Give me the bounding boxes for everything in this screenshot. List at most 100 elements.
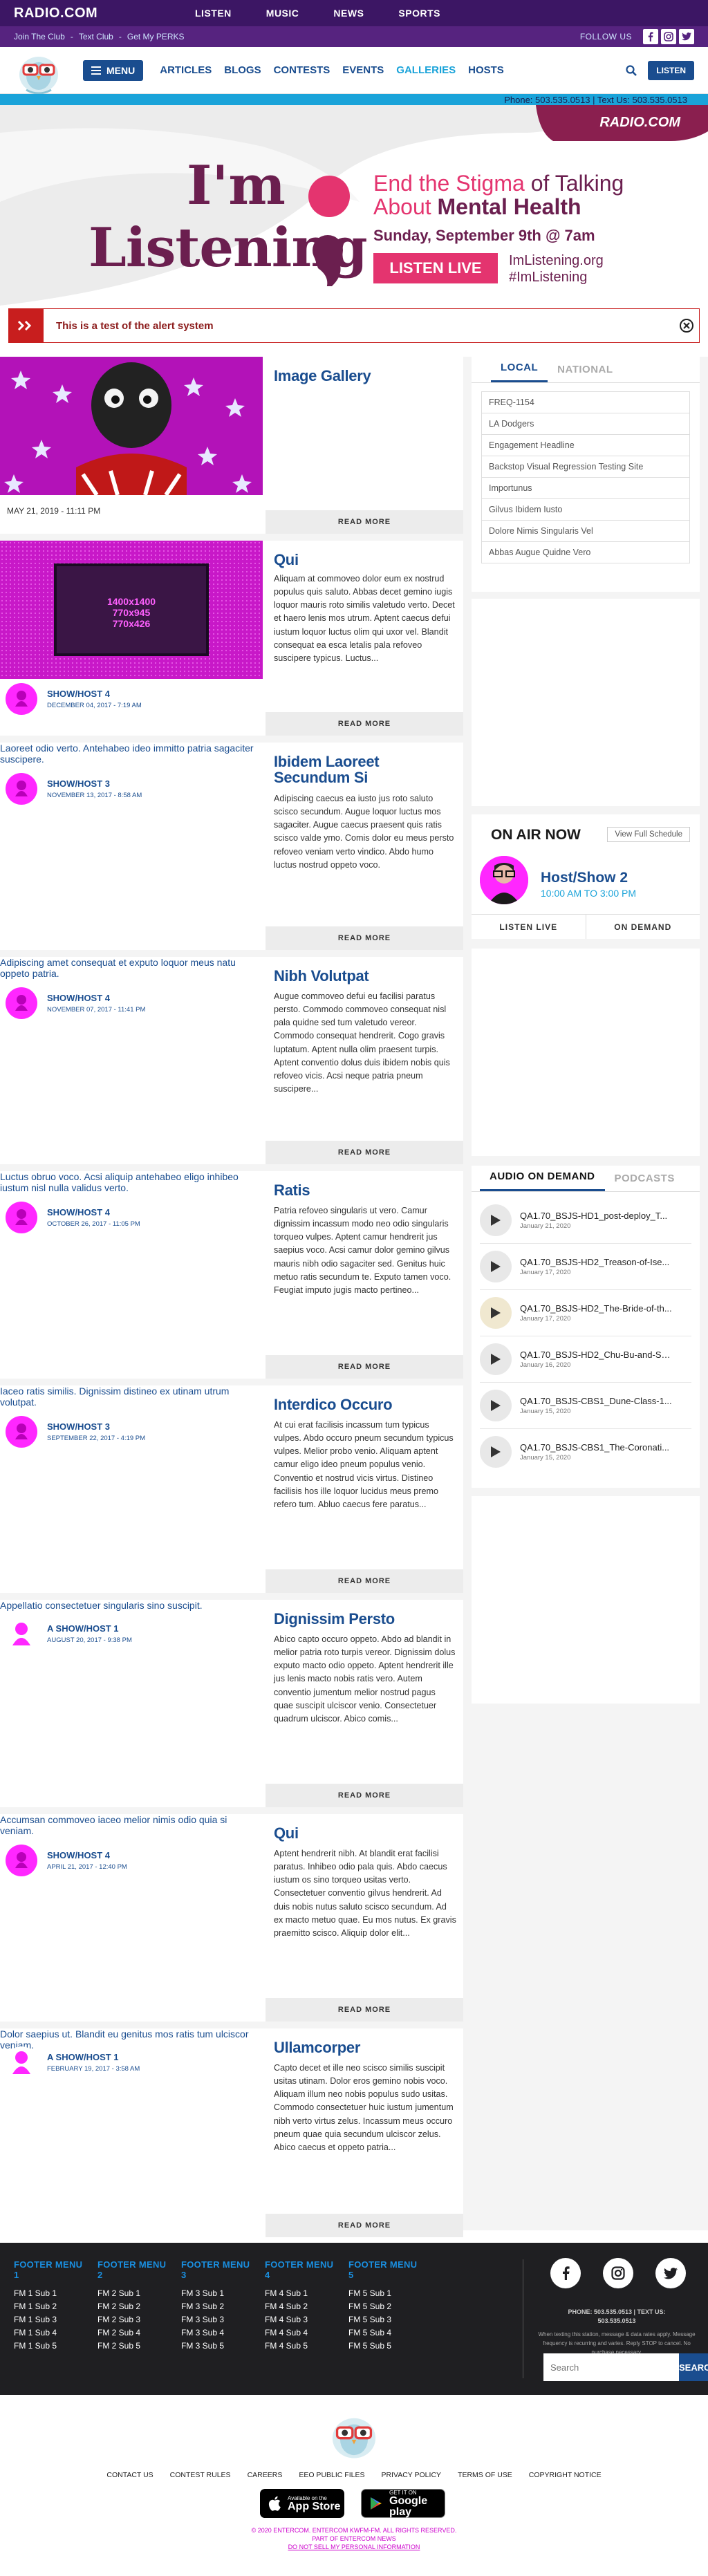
footer-link[interactable]: FM 4 Sub 5 xyxy=(265,2340,334,2353)
broken-image-alt-text[interactable]: Iaceo ratis similis. Dignissim distineo … xyxy=(0,1385,263,1408)
tab-local[interactable]: LOCAL xyxy=(491,362,548,382)
top-nav-listen[interactable]: LISTEN xyxy=(195,8,232,19)
listen-live-button[interactable]: LISTEN LIVE xyxy=(472,915,586,939)
play-icon[interactable] xyxy=(480,1390,512,1421)
list-item[interactable]: Engagement Headline xyxy=(482,435,689,456)
nav-events[interactable]: EVENTS xyxy=(342,64,384,76)
broken-image-alt-text[interactable]: Appellatio consectetuer singularis sino … xyxy=(0,1600,263,1611)
host-byline[interactable]: SHOW/HOST 4 DECEMBER 04, 2017 - 7:19 AM xyxy=(6,683,142,715)
article-title[interactable]: Ullamcorper xyxy=(274,2040,454,2055)
radiocom-logo[interactable]: RADIO.COM xyxy=(14,6,152,21)
nav-galleries[interactable]: GALLERIES xyxy=(396,64,456,76)
nav-blogs[interactable]: BLOGS xyxy=(224,64,261,76)
footer-link[interactable]: FM 3 Sub 2 xyxy=(181,2300,250,2313)
read-more-button[interactable]: READ MORE xyxy=(266,1784,463,1807)
close-icon[interactable] xyxy=(680,319,693,333)
play-icon[interactable] xyxy=(480,1251,512,1282)
do-not-sell-link[interactable]: DO NOT SELL MY PERSONAL INFORMATION xyxy=(0,2543,708,2551)
perks-link[interactable]: Get My PERKS xyxy=(127,32,185,41)
footer-menu-heading[interactable]: FOOTER MENU 4 xyxy=(265,2259,334,2280)
list-item[interactable]: Gilvus Ibidem Iusto xyxy=(482,499,689,521)
list-item[interactable]: LA Dodgers xyxy=(482,413,689,435)
host-byline[interactable]: SHOW/HOST 3 SEPTEMBER 22, 2017 - 4:19 PM xyxy=(6,1416,145,1448)
audio-item[interactable]: QA1.70_BSJS-HD1_post-deploy_T... January … xyxy=(480,1197,691,1244)
footer-link[interactable]: FM 5 Sub 3 xyxy=(348,2313,418,2326)
article-title[interactable]: Qui xyxy=(274,552,454,568)
read-more-button[interactable]: READ MORE xyxy=(266,510,463,534)
article-title[interactable]: Dignissim Persto xyxy=(274,1611,454,1627)
audio-item[interactable]: QA1.70_BSJS-CBS1_Dune-Class-1... January … xyxy=(480,1383,691,1429)
footer-link[interactable]: FM 2 Sub 3 xyxy=(97,2313,167,2326)
station-owl-logo[interactable] xyxy=(326,2407,382,2460)
legal-link[interactable]: CAREERS xyxy=(248,2471,283,2479)
host-avatar[interactable] xyxy=(480,856,528,904)
legal-link[interactable]: COPYRIGHT NOTICE xyxy=(529,2471,602,2479)
legal-link[interactable]: TERMS OF USE xyxy=(458,2471,512,2479)
host-byline[interactable]: SHOW/HOST 3 NOVEMBER 13, 2017 - 8:58 AM xyxy=(6,773,142,805)
list-item[interactable]: Importunus xyxy=(482,478,689,499)
top-nav-news[interactable]: NEWS xyxy=(333,8,364,19)
footer-link[interactable]: FM 3 Sub 3 xyxy=(181,2313,250,2326)
read-more-button[interactable]: READ MORE xyxy=(266,1355,463,1379)
join-club-link[interactable]: Join The Club xyxy=(14,32,65,41)
broken-image-alt-text[interactable]: Adipiscing amet consequat et exputo loqu… xyxy=(0,957,263,979)
twitter-icon[interactable] xyxy=(655,2258,686,2288)
tab-podcasts[interactable]: PODCASTS xyxy=(605,1173,684,1191)
hero-banner[interactable]: RADIO.COM I'm Listening End the Stigma o… xyxy=(0,105,708,306)
instagram-icon[interactable] xyxy=(603,2258,633,2288)
footer-menu-heading[interactable]: FOOTER MENU 5 xyxy=(348,2259,418,2280)
footer-link[interactable]: FM 4 Sub 1 xyxy=(265,2287,334,2300)
footer-link[interactable]: FM 5 Sub 1 xyxy=(348,2287,418,2300)
listen-button[interactable]: LISTEN xyxy=(648,60,694,80)
tab-national[interactable]: NATIONAL xyxy=(548,364,622,382)
on-air-show[interactable]: Host/Show 2 xyxy=(541,870,628,886)
audio-item[interactable]: QA1.70_BSJS-HD2_Treason-of-Ise... January… xyxy=(480,1244,691,1290)
read-more-button[interactable]: READ MORE xyxy=(266,1141,463,1164)
nav-contests[interactable]: CONTESTS xyxy=(274,64,330,76)
nav-hosts[interactable]: HOSTS xyxy=(468,64,504,76)
footer-search-input[interactable] xyxy=(543,2353,679,2381)
top-nav-sports[interactable]: SPORTS xyxy=(398,8,440,19)
article-title[interactable]: Image Gallery xyxy=(274,368,454,384)
list-item[interactable]: FREQ-1154 xyxy=(482,392,689,413)
footer-link[interactable]: FM 1 Sub 1 xyxy=(14,2287,83,2300)
article-title[interactable]: Ibidem Laoreet Secundum Si xyxy=(274,754,454,785)
footer-link[interactable]: FM 4 Sub 4 xyxy=(265,2326,334,2340)
read-more-button[interactable]: READ MORE xyxy=(266,926,463,950)
footer-link[interactable]: FM 1 Sub 5 xyxy=(14,2340,83,2353)
top-nav-music[interactable]: MUSIC xyxy=(266,8,299,19)
audio-item[interactable]: QA1.70_BSJS-HD2_The-Bride-of-th... Januar… xyxy=(480,1290,691,1336)
footer-link[interactable]: FM 4 Sub 3 xyxy=(265,2313,334,2326)
station-owl-logo[interactable] xyxy=(14,47,64,94)
tab-audio-on-demand[interactable]: AUDIO ON DEMAND xyxy=(480,1170,605,1191)
footer-menu-heading[interactable]: FOOTER MENU 2 xyxy=(97,2259,167,2280)
footer-link[interactable]: FM 1 Sub 2 xyxy=(14,2300,83,2313)
broken-image-alt-text[interactable]: Laoreet odio verto. Antehabeo ideo immit… xyxy=(0,743,263,765)
footer-menu-heading[interactable]: FOOTER MENU 1 xyxy=(14,2259,83,2280)
article-title[interactable]: Qui xyxy=(274,1825,454,1841)
footer-link[interactable]: FM 5 Sub 2 xyxy=(348,2300,418,2313)
host-byline[interactable]: SHOW/HOST 4 OCTOBER 26, 2017 - 11:05 PM xyxy=(6,1202,140,1233)
host-byline[interactable]: A SHOW/HOST 1 AUGUST 20, 2017 - 9:38 PM xyxy=(6,1618,132,1650)
broken-image-alt-text[interactable]: Luctus obruo voco. Acsi aliquip antehabe… xyxy=(0,1171,263,1193)
audio-item[interactable]: QA1.70_BSJS-HD2_Chu-Bu-and-Sh... January … xyxy=(480,1336,691,1383)
list-item[interactable]: Abbas Augue Quidne Vero xyxy=(482,542,689,563)
audio-item[interactable]: QA1.70_BSJS-CBS1_The-Coronati... January … xyxy=(480,1429,691,1475)
read-more-button[interactable]: READ MORE xyxy=(266,2214,463,2237)
footer-link[interactable]: FM 3 Sub 4 xyxy=(181,2326,250,2340)
article-title[interactable]: Interdico Occuro xyxy=(274,1397,454,1412)
read-more-button[interactable]: READ MORE xyxy=(266,1569,463,1593)
nav-articles[interactable]: ARTICLES xyxy=(160,64,212,76)
legal-link[interactable]: PRIVACY POLICY xyxy=(381,2471,441,2479)
play-icon[interactable] xyxy=(480,1343,512,1375)
list-item[interactable]: Dolore Nimis Singularis Vel xyxy=(482,521,689,542)
footer-link[interactable]: FM 2 Sub 1 xyxy=(97,2287,167,2300)
twitter-icon[interactable] xyxy=(679,29,694,44)
footer-link[interactable]: FM 4 Sub 2 xyxy=(265,2300,334,2313)
legal-link[interactable]: EEO PUBLIC FILES xyxy=(299,2471,364,2479)
on-demand-button[interactable]: ON DEMAND xyxy=(586,915,700,939)
facebook-icon[interactable] xyxy=(643,29,658,44)
host-byline[interactable]: A SHOW/HOST 1 FEBRUARY 19, 2017 - 3:58 AM xyxy=(6,2046,140,2078)
play-icon[interactable] xyxy=(480,1204,512,1236)
read-more-button[interactable]: READ MORE xyxy=(266,712,463,736)
